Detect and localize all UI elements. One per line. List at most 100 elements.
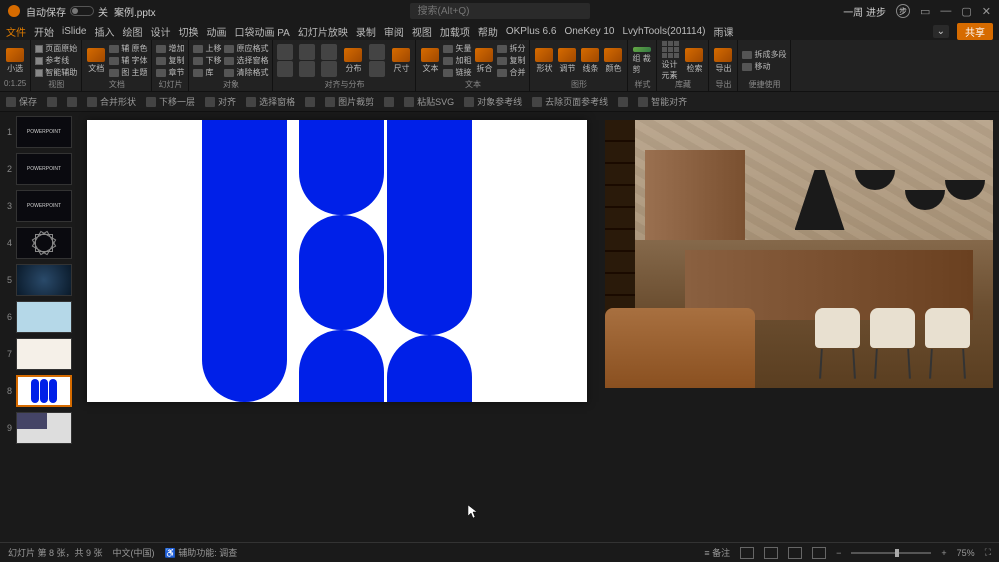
layer-lib[interactable]: 库 [193,67,221,78]
qa-selection-pane[interactable]: 选择窗格 [246,95,295,108]
slide-counter[interactable]: 幻灯片 第 8 张，共 9 张 [8,546,103,559]
slideshow-view-icon[interactable] [812,547,826,559]
blue-shape-1[interactable] [202,120,287,402]
design-elements-button[interactable]: 设计元素 [661,47,681,75]
ribbon-mode-icon[interactable]: ▭ [920,5,930,18]
thumbnail-9[interactable] [16,412,72,444]
qa-undo[interactable] [47,97,57,107]
thumbnail-1[interactable]: POWERPOINT [16,116,72,148]
blue-shape-2a[interactable] [299,120,384,215]
thumbnail-8[interactable] [16,375,72,407]
language-indicator[interactable]: 中文(中国) [113,546,155,559]
zoom-in-button[interactable]: + [941,548,946,558]
merge-row[interactable]: 合并 [497,67,525,78]
tab-review[interactable]: 审阅 [384,24,404,39]
align-icon[interactable] [321,44,337,60]
qa-crop[interactable]: 图片裁剪 [325,95,374,108]
reading-view-icon[interactable] [788,547,802,559]
crop-button[interactable]: 组 裁剪 [632,47,652,75]
blue-shape-3b[interactable] [387,335,472,402]
blue-shape-2b[interactable] [299,215,384,330]
slide-thumbnail-panel[interactable]: 1POWERPOINT 2POWERPOINT 3POWERPOINT 4 5 … [0,112,80,542]
align-icon[interactable] [299,44,315,60]
tab-help[interactable]: 帮助 [478,24,498,39]
qa-remove-guides[interactable]: 去除页面参考线 [532,95,608,108]
clear-format[interactable]: 清除格式 [224,67,268,78]
layer-up[interactable]: 上移 [193,43,221,54]
layer-down[interactable]: 下移 [193,55,221,66]
tab-lvyh[interactable]: LvyhTools(201114) [623,26,706,37]
slide-dup[interactable]: 复制 [156,55,184,66]
qa-send-back[interactable]: 下移一层 [146,95,195,108]
tab-record[interactable]: 录制 [356,24,376,39]
qa-icon[interactable] [384,97,394,107]
slide-section[interactable]: 章节 [156,67,184,78]
align-icon[interactable] [321,61,337,77]
tab-pa[interactable]: 口袋动画 PA [234,24,289,39]
zoom-level[interactable]: 75% [957,548,975,558]
close-icon[interactable]: ✕ [982,5,991,18]
tab-okplus[interactable]: OKPlus 6.6 [506,26,557,37]
export-button[interactable]: 导出 [713,47,733,75]
normal-view-icon[interactable] [740,547,754,559]
tab-islide[interactable]: iSlide [62,26,86,37]
text-vector[interactable]: 矢量 [443,43,471,54]
split-row[interactable]: 拆分 [497,43,525,54]
text-button[interactable]: 文本 [420,47,440,75]
qa-merge-shapes[interactable]: 合并形状 [87,95,136,108]
tab-design[interactable]: 设计 [150,24,170,39]
zoom-slider[interactable] [851,552,931,554]
color-button[interactable]: 颜色 [603,47,623,75]
maximize-icon[interactable]: ▢ [961,5,971,18]
thumbnail-6[interactable] [16,301,72,333]
distribute-button[interactable]: 分布 [343,47,363,75]
minimize-icon[interactable]: — [940,5,951,17]
ribbon-collapse-button[interactable]: ⌄ [933,25,949,38]
format-original[interactable]: 原应格式 [224,43,268,54]
tab-insert[interactable]: 插入 [94,24,114,39]
sorter-view-icon[interactable] [764,547,778,559]
search-input[interactable] [410,3,590,19]
qa-object-guides[interactable]: 对象参考线 [464,95,522,108]
qa-smart-align[interactable]: 智能对齐 [638,95,687,108]
accessibility-status[interactable]: ♿ 辅助功能: 调查 [165,546,238,559]
align-icon[interactable] [277,61,293,77]
tab-addins[interactable]: 加载项 [440,24,470,39]
size-button[interactable]: 尺寸 [391,47,411,75]
text-bold[interactable]: 加粗 [443,55,471,66]
checkbox-guides[interactable]: 参考线 [35,55,77,66]
size-icon[interactable] [369,44,385,60]
blue-shape-2c[interactable] [299,330,384,402]
autosave-toggle[interactable]: 自动保存 关 [26,4,108,19]
row-color[interactable]: 辅 原色 [109,43,147,54]
tab-transition[interactable]: 切换 [178,24,198,39]
tab-onekey[interactable]: OneKey 10 [564,26,614,37]
user-name[interactable]: 一周 进步 [843,4,886,19]
tab-file[interactable]: 文件 [6,24,26,39]
align-icon[interactable] [277,44,293,60]
selection-pane[interactable]: 选择窗格 [224,55,268,66]
align-icon[interactable] [299,61,315,77]
fit-window-button[interactable]: ⛶ [985,547,991,558]
split-segments[interactable]: 拆成多段 [742,49,786,60]
checkbox-smart[interactable]: 智能辅助 [35,67,77,78]
thumbnail-4[interactable] [16,227,72,259]
thumbnail-3[interactable]: POWERPOINT [16,190,72,222]
thumbnail-5[interactable] [16,264,72,296]
shape-button[interactable]: 形状 [534,47,554,75]
qa-save[interactable]: 保存 [6,95,37,108]
qa-paste-svg[interactable]: 粘贴SVG [404,95,454,108]
document-button[interactable]: 文档 [86,47,106,75]
tab-draw[interactable]: 绘图 [122,24,142,39]
share-button[interactable]: 共享 [957,23,993,40]
slide-add[interactable]: 增加 [156,43,184,54]
line-button[interactable]: 线条 [580,47,600,75]
move-row[interactable]: 移动 [742,61,786,72]
slide-canvas-area[interactable] [80,112,999,542]
tab-home[interactable]: 开始 [34,24,54,39]
tab-view[interactable]: 视图 [412,24,432,39]
thumbnail-7[interactable] [16,338,72,370]
text-link[interactable]: 链接 [443,67,471,78]
current-slide[interactable] [87,120,587,402]
notes-button[interactable]: ≡ 备注 [704,546,730,559]
